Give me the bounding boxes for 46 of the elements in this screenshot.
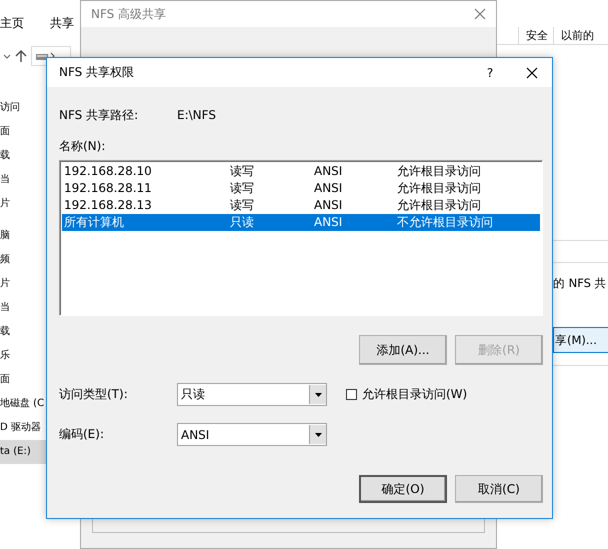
access-type-select[interactable]: 只读 [177,383,327,406]
nav-item[interactable]: 访问 [0,96,46,120]
ribbon-tab[interactable]: 共享 [50,15,78,33]
dropdown-arrow-icon[interactable] [314,432,322,436]
help-button[interactable]: ? [483,66,497,80]
field-label: 访问类型(T): [59,386,129,403]
close-icon[interactable] [526,66,538,78]
nav-item[interactable]: D 驱动器 [0,416,46,440]
nav-item[interactable]: 地磁盘 (C [0,392,46,416]
nav-item[interactable]: 片 [0,192,46,216]
ok-button[interactable]: 确定(O) [359,475,447,503]
nav-item[interactable]: 面 [0,368,46,392]
nav-item[interactable]: 当 [0,296,46,320]
properties-tab[interactable]: 以前的 [553,27,599,44]
manage-share-button[interactable]: 享(M)... [553,327,608,353]
nav-item[interactable]: 乐 [0,344,46,368]
nav-item[interactable]: ta (E:) [0,440,46,464]
nav-item[interactable]: 片 [0,272,46,296]
nav-item[interactable]: 面 [0,120,46,144]
dialog-title: NFS 共享权限 [59,64,136,81]
nav-item[interactable]: 载 [0,144,46,168]
nav-item[interactable]: 频 [0,248,46,272]
list-row[interactable]: 192.168.28.10 读写 ANSI 允许根目录访问 [62,163,540,180]
field-label: 编码(E): [59,426,105,443]
drive-icon[interactable] [36,52,48,60]
add-button[interactable]: 添加(A)... [359,335,447,365]
properties-tab[interactable]: 安全 [518,27,553,44]
dropdown-arrow-icon[interactable] [314,392,322,396]
list-row[interactable]: 所有计算机 只读 ANSI 不允许根目录访问 [62,214,540,231]
cancel-button[interactable]: 取消(C) [455,475,543,503]
list-label: 名称(N): [59,139,106,153]
ribbon-tab[interactable]: 主页 [0,15,28,33]
checkbox[interactable] [346,389,357,400]
window-title: NFS 高级共享 [91,6,166,22]
nav-item[interactable]: 当 [0,168,46,192]
path-label: NFS 共享路径: [59,106,140,124]
up-arrow-icon[interactable] [15,49,27,63]
nav-item[interactable]: 载 [0,320,46,344]
checkbox-label: 允许根目录访问(W) [362,386,468,403]
chevron-down-icon[interactable] [3,52,11,60]
encoding-select[interactable]: ANSI [177,423,327,446]
list-row[interactable]: 192.168.28.11 读写 ANSI 允许根目录访问 [62,180,540,197]
path-value: E:\NFS [177,108,216,122]
nav-item[interactable]: 脑 [0,224,46,248]
list-row[interactable]: 192.168.28.13 读写 ANSI 允许根目录访问 [62,197,540,214]
description-text: 的 NFS 共 [553,276,608,292]
